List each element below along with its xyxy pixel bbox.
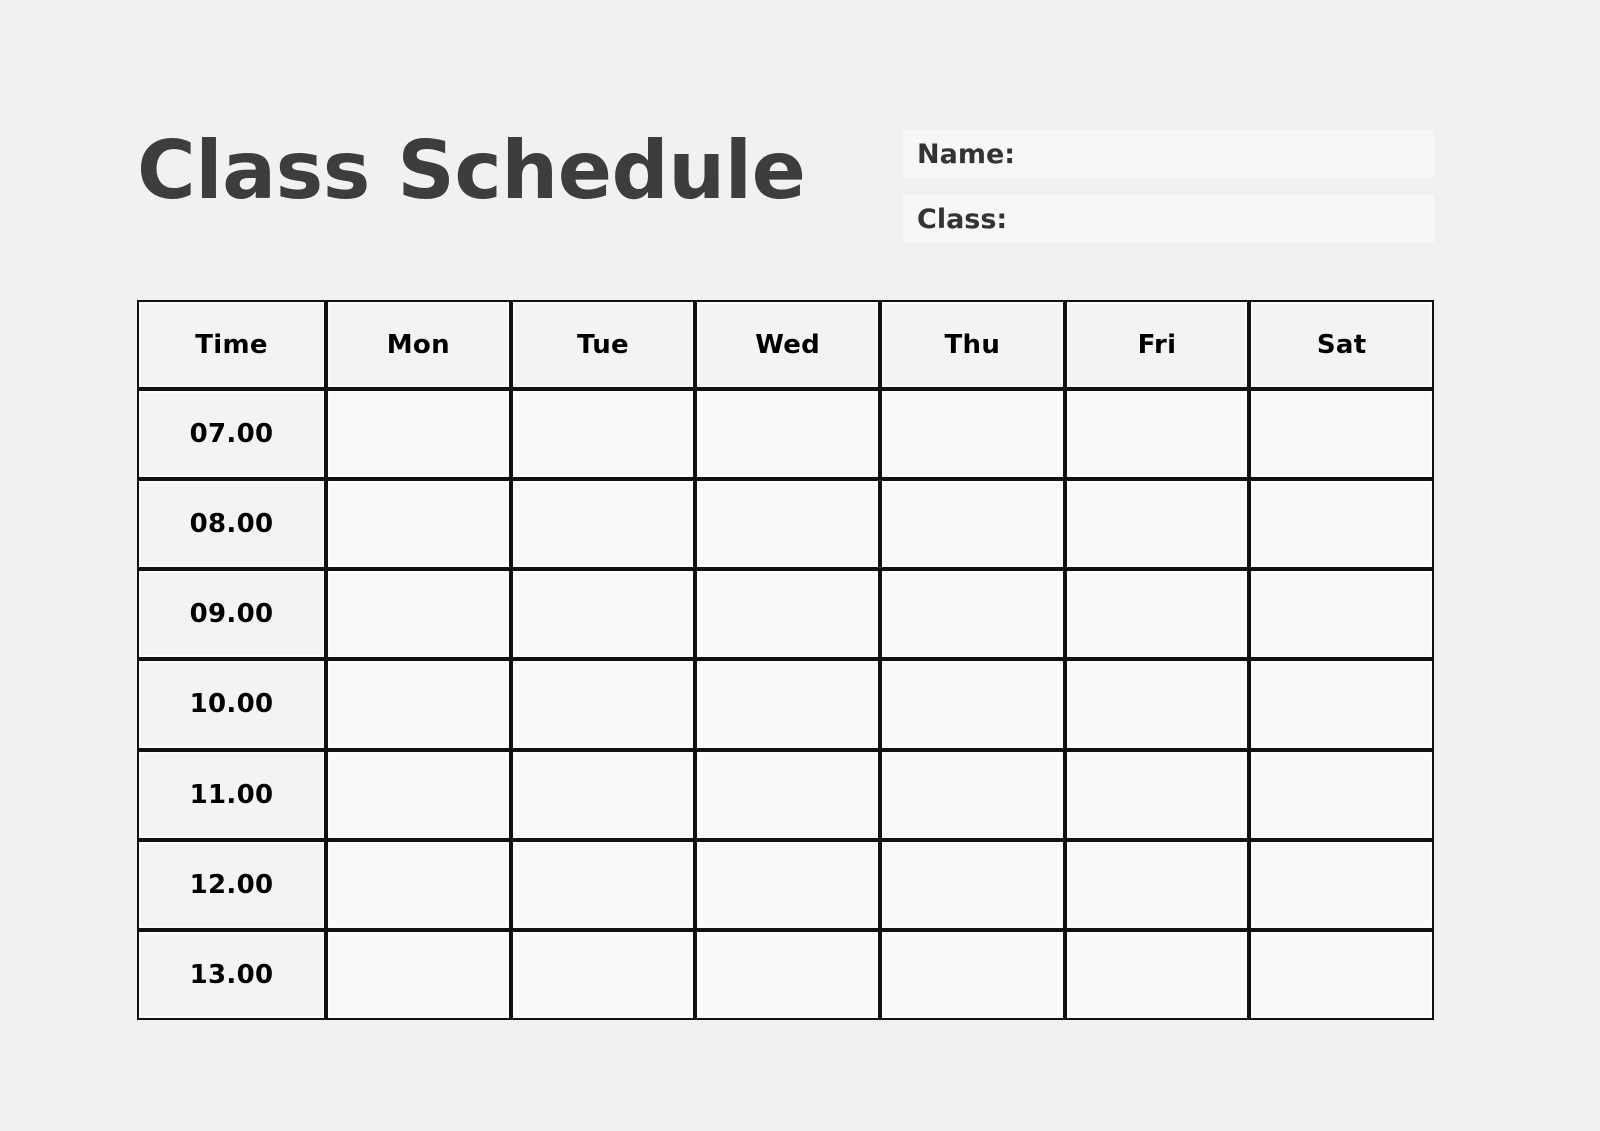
schedule-slot-tue-07.00[interactable] [510, 389, 696, 480]
schedule-slot-thu-12.00[interactable] [879, 839, 1065, 930]
schedule-slot-sat-12.00[interactable] [1249, 839, 1434, 930]
schedule-slot-mon-09.00[interactable] [326, 569, 511, 660]
schedule-slot-fri-11.00[interactable] [1064, 749, 1250, 840]
schedule-slot-fri-10.00[interactable] [1064, 659, 1250, 750]
schedule-slot-tue-08.00[interactable] [510, 479, 696, 570]
schedule-row: 09.00 [137, 569, 1434, 660]
schedule-row: 08.00 [137, 479, 1434, 570]
schedule-table: Time Mon Tue Wed Thu Fri Sat 07.00 08.00 09.00 10… [137, 300, 1434, 1020]
schedule-slot-thu-08.00[interactable] [879, 479, 1065, 570]
schedule-slot-sat-08.00[interactable] [1249, 479, 1434, 570]
schedule-slot-tue-09.00[interactable] [510, 569, 696, 660]
schedule-header-mon: Mon [326, 300, 511, 389]
schedule-time-label: 10.00 [137, 659, 326, 750]
schedule-row: 12.00 [137, 839, 1434, 930]
schedule-time-label: 07.00 [137, 389, 326, 480]
schedule-slot-mon-13.00[interactable] [326, 929, 511, 1020]
schedule-slot-tue-12.00[interactable] [510, 839, 696, 930]
class-field[interactable]: Class: [903, 195, 1434, 243]
schedule-row: 13.00 [137, 929, 1434, 1020]
schedule-slot-mon-11.00[interactable] [326, 749, 511, 840]
schedule-time-label: 08.00 [137, 479, 326, 570]
schedule-table-head: Time Mon Tue Wed Thu Fri Sat [137, 300, 1434, 389]
schedule-slot-sat-11.00[interactable] [1249, 749, 1434, 840]
schedule-time-label: 09.00 [137, 569, 326, 660]
schedule-slot-thu-09.00[interactable] [879, 569, 1065, 660]
schedule-header-wed: Wed [695, 300, 880, 389]
schedule-slot-wed-12.00[interactable] [695, 839, 880, 930]
schedule-slot-fri-08.00[interactable] [1064, 479, 1250, 570]
schedule-slot-thu-11.00[interactable] [879, 749, 1065, 840]
schedule-slot-sat-10.00[interactable] [1249, 659, 1434, 750]
schedule-slot-fri-07.00[interactable] [1064, 389, 1250, 480]
schedule-time-label: 13.00 [137, 929, 326, 1020]
schedule-row: 07.00 [137, 389, 1434, 480]
schedule-slot-tue-10.00[interactable] [510, 659, 696, 750]
schedule-table-container: Time Mon Tue Wed Thu Fri Sat 07.00 08.00 09.00 10… [137, 300, 1434, 1020]
schedule-slot-thu-10.00[interactable] [879, 659, 1065, 750]
schedule-slot-tue-11.00[interactable] [510, 749, 696, 840]
class-field-label: Class: [917, 203, 1008, 235]
schedule-slot-thu-07.00[interactable] [879, 389, 1065, 480]
schedule-slot-sat-13.00[interactable] [1249, 929, 1434, 1020]
schedule-slot-fri-12.00[interactable] [1064, 839, 1250, 930]
schedule-header-tue: Tue [510, 300, 696, 389]
schedule-slot-mon-12.00[interactable] [326, 839, 511, 930]
schedule-slot-mon-10.00[interactable] [326, 659, 511, 750]
schedule-slot-thu-13.00[interactable] [879, 929, 1065, 1020]
schedule-row: 10.00 [137, 659, 1434, 750]
schedule-header-row: Time Mon Tue Wed Thu Fri Sat [137, 300, 1434, 389]
schedule-slot-wed-11.00[interactable] [695, 749, 880, 840]
schedule-row: 11.00 [137, 749, 1434, 840]
schedule-slot-wed-10.00[interactable] [695, 659, 880, 750]
schedule-header-fri: Fri [1064, 300, 1250, 389]
schedule-slot-fri-13.00[interactable] [1064, 929, 1250, 1020]
class-schedule-page: Class Schedule Name: Class: Time Mon Tue We… [0, 0, 1600, 1131]
schedule-time-label: 12.00 [137, 839, 326, 930]
schedule-header-time: Time [137, 300, 326, 389]
schedule-slot-wed-07.00[interactable] [695, 389, 880, 480]
name-field-label: Name: [917, 138, 1016, 170]
schedule-slot-mon-08.00[interactable] [326, 479, 511, 570]
schedule-slot-sat-07.00[interactable] [1249, 389, 1434, 480]
page-title: Class Schedule [137, 124, 806, 217]
schedule-slot-sat-09.00[interactable] [1249, 569, 1434, 660]
schedule-slot-wed-09.00[interactable] [695, 569, 880, 660]
schedule-table-body: 07.00 08.00 09.00 10.00 11.00 12.00 13.00 [137, 389, 1434, 1020]
schedule-slot-tue-13.00[interactable] [510, 929, 696, 1020]
schedule-header-thu: Thu [879, 300, 1065, 389]
schedule-slot-wed-08.00[interactable] [695, 479, 880, 570]
schedule-slot-mon-07.00[interactable] [326, 389, 511, 480]
schedule-header-sat: Sat [1249, 300, 1434, 389]
name-field[interactable]: Name: [903, 130, 1434, 178]
schedule-slot-fri-09.00[interactable] [1064, 569, 1250, 660]
schedule-slot-wed-13.00[interactable] [695, 929, 880, 1020]
schedule-time-label: 11.00 [137, 749, 326, 840]
